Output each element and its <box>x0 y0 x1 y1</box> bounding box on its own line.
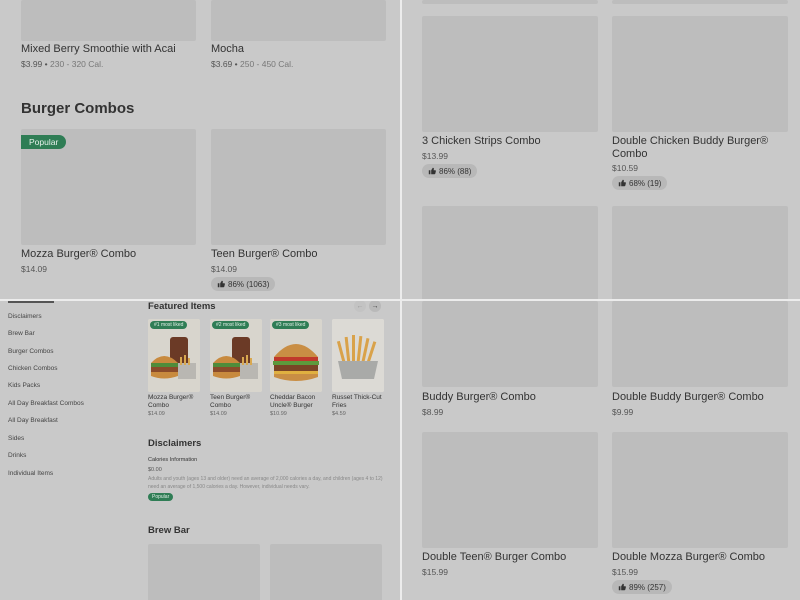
featured-item-price: $14.09 <box>210 411 227 417</box>
featured-item-name[interactable]: Cheddar Bacon Uncle® Burger <box>270 394 322 409</box>
sidebar-item-brew-bar[interactable]: Brew Bar <box>8 330 35 337</box>
menu-item-name[interactable]: Mixed Berry Smoothie with Acai <box>21 43 176 56</box>
brew-bar-title: Brew Bar <box>148 525 190 536</box>
quadrant-top-left: Mixed Berry Smoothie with Acai $3.99 • 2… <box>0 0 400 299</box>
sidebar-item-chicken-combos[interactable]: Chicken Combos <box>8 365 58 372</box>
featured-item-image[interactable] <box>332 319 384 392</box>
rating-text: 68% (19) <box>629 178 662 188</box>
rating-badge: 86% (88) <box>422 164 478 178</box>
burger-combo-image <box>210 319 262 392</box>
featured-item-price: $14.09 <box>148 411 165 417</box>
menu-item-image[interactable] <box>612 0 788 4</box>
menu-item-image[interactable] <box>422 16 598 132</box>
sidebar-item-all-day-breakfast[interactable]: All Day Breakfast <box>8 417 58 424</box>
menu-item-price: $14.09 <box>21 264 47 274</box>
rating-text: 89% (257) <box>629 582 666 592</box>
menu-item-name[interactable]: Double Buddy Burger® Combo <box>612 391 764 404</box>
horizontal-divider <box>0 299 800 301</box>
menu-item-price: $8.99 <box>422 407 444 417</box>
menu-item-name[interactable]: Mocha <box>211 43 244 56</box>
thumbs-up-icon <box>618 179 626 187</box>
popular-badge: Popular <box>148 493 174 501</box>
menu-item-image[interactable] <box>422 432 598 548</box>
quadrant-top-right: 3 Chicken Strips Combo $13.99 86% (88) D… <box>402 0 800 299</box>
menu-item-image[interactable] <box>422 301 598 387</box>
menu-item-image[interactable] <box>612 16 788 132</box>
rating-badge: 86% (1063) <box>211 277 276 291</box>
featured-item-image[interactable] <box>270 319 322 392</box>
menu-item-name[interactable]: Mozza Burger® Combo <box>21 248 136 261</box>
thumbs-up-icon <box>618 583 626 591</box>
thumbs-up-icon <box>428 167 436 175</box>
menu-item-image[interactable] <box>148 544 260 600</box>
menu-item-price: $13.99 <box>422 151 448 161</box>
sidebar-item-burger-combos[interactable]: Burger Combos <box>8 348 54 355</box>
sidebar-active-indicator <box>8 301 54 303</box>
menu-item-price: $15.99 <box>422 567 448 577</box>
menu-item-price: $14.09 <box>211 264 237 274</box>
featured-items-title: Featured Items <box>148 301 216 312</box>
rating-badge: 68% (19) <box>612 176 668 190</box>
featured-item-price: $4.59 <box>332 411 346 417</box>
featured-item-name[interactable]: Russet Thick-Cut Fries <box>332 394 384 409</box>
popular-badge: Popular <box>21 135 67 149</box>
section-title: Burger Combos <box>21 100 135 117</box>
menu-item-name[interactable]: Double Mozza Burger® Combo <box>612 551 765 564</box>
featured-item-price: $10.99 <box>270 411 287 417</box>
most-liked-badge: #3 most liked <box>272 321 310 329</box>
featured-item-name[interactable]: Teen Burger® Combo <box>210 394 262 409</box>
sidebar-item-all-day-breakfast-combos[interactable]: All Day Breakfast Combos <box>8 400 84 407</box>
menu-item-image[interactable] <box>211 129 386 245</box>
menu-item-name[interactable]: 3 Chicken Strips Combo <box>422 135 598 148</box>
rating-text: 86% (88) <box>439 166 472 176</box>
rating-text: 86% (1063) <box>228 279 270 289</box>
fries-image <box>332 319 384 392</box>
menu-item-name[interactable]: Double Teen® Burger Combo <box>422 551 566 564</box>
sidebar-item-individual-items[interactable]: Individual Items <box>8 470 53 477</box>
sidebar-item-disclaimers[interactable]: Disclaimers <box>8 313 42 320</box>
menu-item-image[interactable] <box>422 0 598 4</box>
calories-info-text: Adults and youth (ages 13 and older) nee… <box>148 476 383 490</box>
thumbs-up-icon <box>217 280 225 288</box>
next-arrow-button[interactable]: → <box>369 301 381 312</box>
featured-item-name[interactable]: Mozza Burger® Combo <box>148 394 200 409</box>
sidebar-item-kids-packs[interactable]: Kids Packs <box>8 382 40 389</box>
menu-item-name[interactable]: Teen Burger® Combo <box>211 248 318 261</box>
quadrant-bottom-right: Buddy Burger® Combo $8.99 Double Buddy B… <box>402 301 800 600</box>
menu-item-image[interactable] <box>211 0 386 41</box>
menu-item-price: $15.99 <box>612 567 638 577</box>
arrow-right-icon: → <box>371 302 379 310</box>
disclaimers-title: Disclaimers <box>148 438 202 449</box>
menu-item-price: $3.99 • 230 - 320 Cal. <box>21 59 104 69</box>
menu-item-image[interactable] <box>612 432 788 548</box>
menu-item-price: $10.59 <box>612 163 638 173</box>
rating-badge: 89% (257) <box>612 580 672 594</box>
menu-item-image[interactable] <box>612 301 788 387</box>
menu-item-name[interactable]: Buddy Burger® Combo <box>422 391 536 404</box>
most-liked-badge: #2 most liked <box>212 321 250 329</box>
arrow-left-icon: ← <box>356 302 364 310</box>
menu-item-price: $3.69 • 250 - 450 Cal. <box>211 59 294 69</box>
calories-info-title[interactable]: Calories Information <box>148 457 197 463</box>
menu-item-name[interactable]: Double Chicken Buddy Burger® Combo <box>612 135 777 161</box>
burger-combo-image <box>148 319 200 392</box>
featured-item-image[interactable] <box>210 319 262 392</box>
menu-item-price: $9.99 <box>612 407 634 417</box>
most-liked-badge: #1 most liked <box>150 321 188 329</box>
calories-info-price: $0.00 <box>148 467 162 473</box>
featured-item-image[interactable] <box>148 319 200 392</box>
menu-item-image[interactable] <box>270 544 382 600</box>
burger-image <box>270 319 322 392</box>
quadrant-bottom-left: Disclaimers Brew Bar Burger Combos Chick… <box>0 301 400 600</box>
prev-arrow-button[interactable]: ← <box>354 301 366 312</box>
sidebar-item-drinks[interactable]: Drinks <box>8 452 26 459</box>
sidebar-item-sides[interactable]: Sides <box>8 435 24 442</box>
menu-item-image[interactable] <box>422 206 598 299</box>
menu-item-image[interactable] <box>612 206 788 299</box>
menu-item-image[interactable] <box>21 0 196 41</box>
